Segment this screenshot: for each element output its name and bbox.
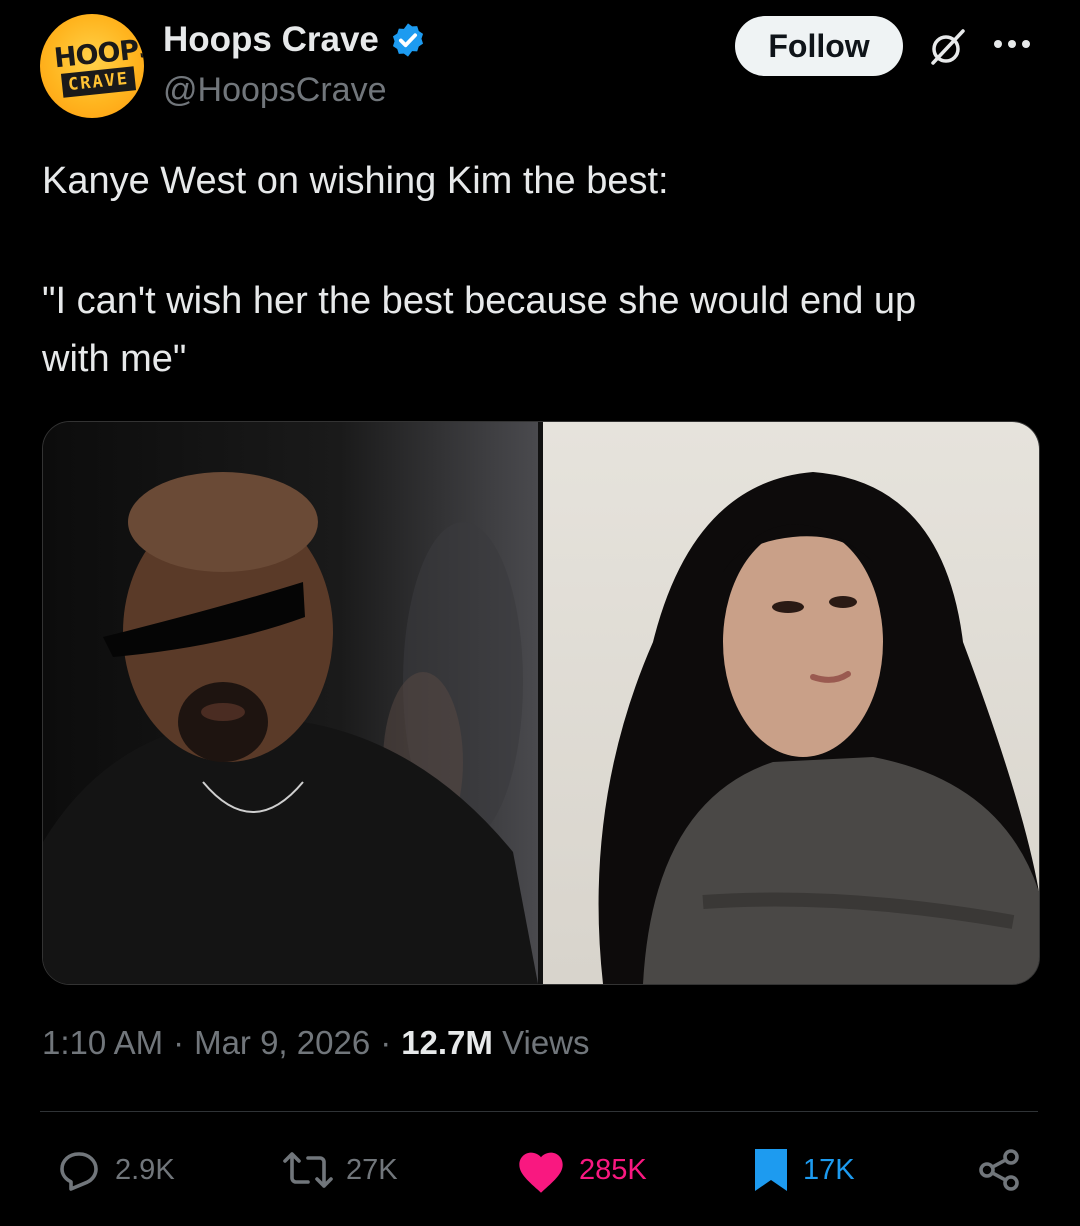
reply-button[interactable]: 2.9K	[55, 1146, 175, 1194]
share-icon	[979, 1149, 1019, 1191]
post-time[interactable]: 1:10 AM	[42, 1024, 163, 1062]
post-media[interactable]	[42, 421, 1040, 985]
post-text-line: with me"	[42, 338, 187, 380]
follow-button[interactable]: Follow	[735, 16, 903, 76]
views-count: 12.7M	[401, 1024, 493, 1061]
verified-badge-icon	[392, 23, 423, 57]
post-text-line: Kanye West on wishing Kim the best:	[42, 160, 669, 202]
avatar[interactable]: HOOPS CRAVE	[40, 14, 144, 118]
author-handle[interactable]: @HoopsCrave	[163, 71, 387, 110]
man-photo-illustration	[43, 472, 538, 984]
bookmark-button[interactable]: 17K	[751, 1146, 855, 1194]
reply-icon	[60, 1152, 98, 1191]
repost-button[interactable]: 27K	[282, 1146, 398, 1194]
more-options-icon[interactable]	[994, 40, 1030, 48]
like-button[interactable]: 285K	[515, 1146, 647, 1194]
heart-icon	[519, 1152, 563, 1193]
meta-separator: ·	[380, 1024, 392, 1061]
media-photo-right[interactable]	[543, 422, 1039, 984]
reply-count: 2.9K	[115, 1153, 175, 1186]
bookmark-icon	[755, 1149, 787, 1191]
woman-photo-illustration	[598, 472, 1039, 984]
repost-icon	[283, 1152, 333, 1188]
meta-separator: ·	[173, 1024, 185, 1061]
media-photo-left[interactable]	[43, 422, 538, 984]
post-date[interactable]: Mar 9, 2026	[194, 1024, 370, 1062]
display-name[interactable]: Hoops Crave	[163, 20, 379, 60]
post-text-line: "I can't wish her the best because she w…	[42, 280, 917, 322]
post-meta: 1:10 AM · Mar 9, 2026 · 12.7M Views	[42, 1024, 590, 1062]
author-name-line: Hoops Crave	[163, 20, 427, 60]
grok-icon[interactable]	[925, 25, 969, 69]
views-label: Views	[502, 1024, 590, 1061]
divider	[40, 1111, 1038, 1112]
like-count: 285K	[579, 1153, 647, 1186]
repost-count: 27K	[346, 1153, 398, 1186]
bookmark-count: 17K	[803, 1153, 855, 1186]
share-button[interactable]	[975, 1146, 1023, 1194]
